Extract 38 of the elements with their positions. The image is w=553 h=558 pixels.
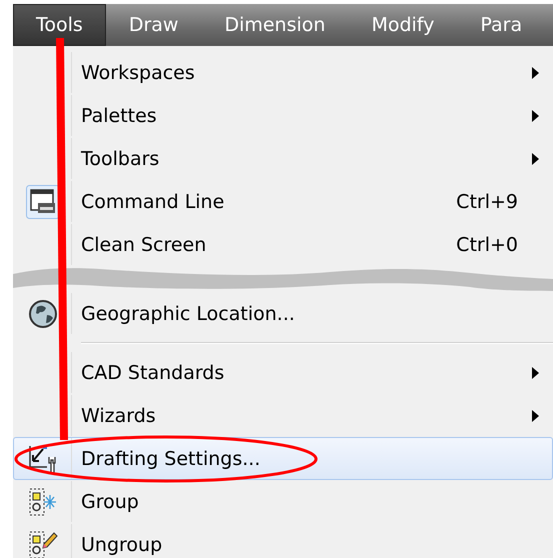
menu-item[interactable]: Ungroup [13,523,553,558]
submenu-arrow-icon [532,66,538,78]
menu-item-label: Wizards [80,404,157,426]
console-window-icon [26,184,60,218]
group-icon [28,486,58,516]
menu-tab[interactable]: Tools [13,4,106,46]
menu-tab[interactable]: Para [457,4,546,46]
menu-item-label: Ungroup [80,534,164,556]
menu-item-label: Command Line [80,190,226,212]
menu-item-label: Clean Screen [80,234,208,256]
shortcut-label: Ctrl+9 [456,190,518,212]
menu-item-label: Workspaces [80,62,196,84]
submenu-arrow-icon [532,410,538,422]
menu-item[interactable]: Wizards [13,394,553,437]
menu-item[interactable]: Palettes [13,94,553,137]
submenu-arrow-icon [532,110,538,122]
menu-item-label: CAD Standards [80,362,226,384]
globe-icon [28,298,58,328]
menu-tab[interactable]: Dimension [201,4,348,46]
menu-item-label: Palettes [80,104,158,126]
menu-item[interactable]: Clean Screen Ctrl+0 [13,223,553,266]
menu-item-label: Geographic Location... [80,302,296,324]
menu-item[interactable]: Group [13,480,553,523]
submenu-arrow-icon [532,152,538,164]
submenu-arrow-icon [532,366,538,378]
menu-item[interactable]: Geographic Location... [13,292,553,335]
menu-item[interactable]: Drafting Settings... [13,437,553,480]
menu-tab[interactable]: Modify [348,4,458,46]
menu-item-label: Toolbars [80,148,160,170]
menu-item[interactable]: CAD Standards [13,351,553,394]
menu-item-label: Group [80,490,140,512]
menu-item[interactable]: Toolbars [13,137,553,180]
menu-tab[interactable]: Draw [106,4,202,46]
menu-item[interactable]: Command Line Ctrl+9 [13,180,553,223]
shortcut-label: Ctrl+0 [456,234,518,256]
ungroup-icon [28,530,58,558]
menu-item-label: Drafting Settings... [80,448,262,470]
menu-item[interactable]: Workspaces [13,51,553,94]
